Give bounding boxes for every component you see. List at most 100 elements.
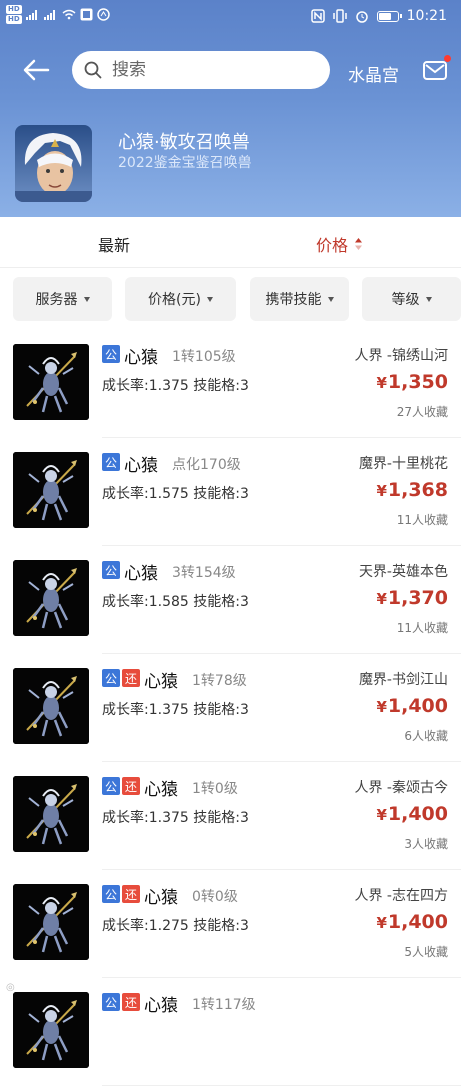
listing-favorites: 11人收藏 xyxy=(396,513,448,527)
listing-price: ¥1,400 xyxy=(376,695,448,717)
pet-avatar xyxy=(15,125,92,202)
status-right: 10:21 xyxy=(310,8,447,24)
filter-server[interactable]: 服务器 xyxy=(13,277,112,321)
listing-favorites: 3人收藏 xyxy=(404,837,448,851)
filter-label: 服务器 xyxy=(35,292,78,308)
public-badge: 公 xyxy=(102,561,120,579)
listing-tags: 公 xyxy=(102,561,120,579)
mail-unread-dot xyxy=(444,55,451,62)
pet-subtitle: 2022鉴金宝鉴召唤兽 xyxy=(118,155,252,171)
bargain-badge: 还 xyxy=(122,885,140,903)
app-notification-icon-2 xyxy=(96,8,110,21)
filter-bar: 服务器 价格(元) 携带技能 等级 xyxy=(0,277,461,323)
listing-name: 心猿 xyxy=(124,564,158,584)
dropdown-triangle-icon xyxy=(425,296,432,302)
pet-thumbnail xyxy=(13,776,89,852)
pet-thumbnail xyxy=(13,884,89,960)
listing-item[interactable]: 公还心猿 1转0级 成长率:1.375 技能格:3 人界 -秦颂古今 ¥1,400 3人收… xyxy=(0,762,461,870)
listing-level: 1转78级 xyxy=(192,673,247,689)
listing-name: 心猿 xyxy=(144,888,178,908)
public-badge: 公 xyxy=(102,993,120,1011)
listing-level: 点化170级 xyxy=(172,457,241,473)
listing-name: 心猿 xyxy=(124,348,158,368)
currency-symbol: ¥ xyxy=(376,590,387,608)
price-value: 1,400 xyxy=(387,803,448,825)
battery-icon xyxy=(376,10,402,22)
nfc-icon xyxy=(310,9,325,23)
listing-favorites: 5人收藏 xyxy=(404,945,448,959)
dropdown-triangle-icon xyxy=(327,296,334,302)
bargain-badge: 还 xyxy=(122,777,140,795)
listing-stats: 成长率:1.275 技能格:3 xyxy=(102,918,249,934)
price-value: 1,350 xyxy=(387,371,448,393)
search-icon xyxy=(84,61,102,79)
filter-label: 价格(元) xyxy=(148,292,201,308)
cell-signal-icon-2 xyxy=(43,10,55,20)
public-badge: 公 xyxy=(102,669,120,687)
search-input[interactable] xyxy=(110,59,304,81)
currency-symbol: ¥ xyxy=(376,806,387,824)
sort-price-tab[interactable]: 价格 xyxy=(316,232,363,256)
search-box[interactable] xyxy=(72,51,330,89)
listing-stats: 成长率:1.585 技能格:3 xyxy=(102,594,249,610)
listing-server: 人界 -锦绣山河 xyxy=(354,348,448,364)
top-navigation: 水晶宫 xyxy=(0,48,461,94)
listing-server: 天界-英雄本色 xyxy=(358,564,448,580)
sort-bar: 最新 价格 xyxy=(0,217,461,268)
filter-label: 等级 xyxy=(391,292,420,308)
listing-item[interactable]: 公心猿 1转105级 成长率:1.375 技能格:3 人界 -锦绣山河 ¥1,350 27… xyxy=(0,330,461,438)
public-badge: 公 xyxy=(102,885,120,903)
currency-symbol: ¥ xyxy=(376,482,387,500)
public-badge: 公 xyxy=(102,777,120,795)
price-value: 1,368 xyxy=(387,479,448,501)
price-value: 1,400 xyxy=(387,695,448,717)
listing-item[interactable]: 公心猿 3转154级 成长率:1.585 技能格:3 天界-英雄本色 ¥1,370 11人… xyxy=(0,546,461,654)
listing-server: 魔界-十里桃花 xyxy=(358,456,448,472)
listing-price: ¥1,350 xyxy=(376,371,448,393)
status-time: 10:21 xyxy=(406,8,447,24)
pet-thumbnail xyxy=(13,452,89,528)
listing-stats: 成长率:1.375 技能格:3 xyxy=(102,378,249,394)
listing-stats: 成长率:1.575 技能格:3 xyxy=(102,486,249,502)
wifi-icon xyxy=(62,9,76,20)
filter-price[interactable]: 价格(元) xyxy=(125,277,236,321)
price-value: 1,370 xyxy=(387,587,448,609)
filter-label: 携带技能 xyxy=(265,292,322,308)
sort-arrows-icon xyxy=(355,238,363,250)
sort-latest-tab[interactable]: 最新 xyxy=(98,232,130,256)
listing-tags: 公还 xyxy=(102,777,140,795)
listing-item[interactable]: 公还心猿 1转78级 成长率:1.375 技能格:3 魔界-书剑江山 ¥1,400 6人收… xyxy=(0,654,461,762)
vibrate-icon xyxy=(332,9,347,23)
public-badge: 公 xyxy=(102,453,120,471)
listing-item[interactable]: 公还心猿 1转117级 xyxy=(0,978,461,1086)
server-selector[interactable]: 水晶宫 xyxy=(348,61,399,86)
listing-server: 人界 -志在四方 xyxy=(354,888,448,904)
mail-icon[interactable] xyxy=(423,59,447,81)
filter-skills[interactable]: 携带技能 xyxy=(250,277,349,321)
currency-symbol: ¥ xyxy=(376,698,387,716)
currency-symbol: ¥ xyxy=(376,374,387,392)
pet-thumbnail xyxy=(13,344,89,420)
listing-level: 0转0级 xyxy=(192,889,238,905)
listing-level: 3转154级 xyxy=(172,565,236,581)
listing-item[interactable]: 公心猿 点化170级 成长率:1.575 技能格:3 魔界-十里桃花 ¥1,368 11人… xyxy=(0,438,461,546)
back-arrow-icon[interactable] xyxy=(22,58,50,82)
hd-badges: HD HD xyxy=(6,5,22,24)
pet-title: 心猿·敏攻召唤兽 xyxy=(118,132,250,153)
bargain-badge: 还 xyxy=(122,993,140,1011)
listing-tags: 公还 xyxy=(102,993,140,1011)
currency-symbol: ¥ xyxy=(376,914,387,932)
public-badge: 公 xyxy=(102,345,120,363)
pet-thumbnail xyxy=(13,992,89,1068)
app-notification-icon xyxy=(80,8,93,21)
listing-item[interactable]: 公还心猿 0转0级 成长率:1.275 技能格:3 人界 -志在四方 ¥1,400 5人收… xyxy=(0,870,461,978)
pet-thumbnail xyxy=(13,560,89,636)
listing-name: 心猿 xyxy=(144,780,178,800)
listing-tags: 公还 xyxy=(102,885,140,903)
listing-server: 人界 -秦颂古今 xyxy=(354,780,448,796)
listing-server: 魔界-书剑江山 xyxy=(358,672,448,688)
filter-level[interactable]: 等级 xyxy=(362,277,461,321)
listing-name: 心猿 xyxy=(144,672,178,692)
cell-signal-icon xyxy=(25,10,37,20)
watermark: ◎ xyxy=(6,982,15,993)
